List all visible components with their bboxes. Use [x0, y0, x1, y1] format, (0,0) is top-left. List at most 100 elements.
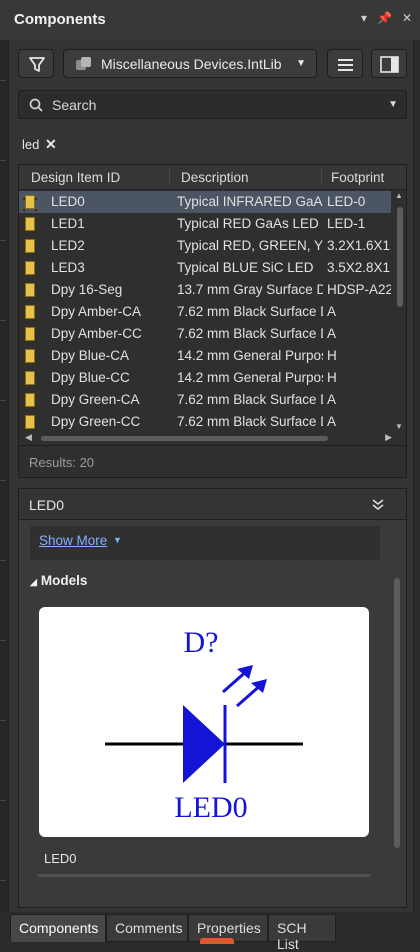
left-edge-ruler [0, 40, 8, 912]
component-icon [23, 393, 37, 409]
component-icon [23, 371, 37, 387]
cell-design-item-id: Dpy Green-CA [51, 392, 140, 407]
table-vertical-scrollbar[interactable]: ▲ ▼ [394, 191, 404, 431]
detail-scrollbar[interactable] [393, 578, 401, 878]
horizontal-scroll-thumb[interactable] [41, 436, 328, 441]
component-icon [23, 305, 37, 321]
show-more-link[interactable]: Show More [39, 533, 107, 548]
cell-description: 14.2 mm General Purpose Display [177, 370, 323, 385]
search-options-chevron-icon[interactable]: ▼ [388, 99, 398, 110]
table-row[interactable]: Dpy Green-CA 7.62 mm Black Surface Displ… [19, 389, 391, 411]
table-row[interactable]: Dpy Amber-CA 7.62 mm Black Surface Displ… [19, 301, 391, 323]
vertical-scroll-thumb[interactable] [397, 207, 403, 307]
component-icon [23, 217, 37, 233]
table-row[interactable]: LED3 Typical BLUE SiC LED 3.5X2.8X1.9 [19, 257, 391, 279]
close-icon[interactable]: ✕ [402, 11, 412, 25]
cell-footprint: 3.2X1.6X1.1 [327, 238, 391, 253]
panel-title-bar: Components ▾ 📌 ✕ [0, 0, 420, 40]
cell-description: 7.62 mm Black Surface Display [177, 414, 323, 429]
cell-design-item-id: Dpy Amber-CC [51, 326, 142, 341]
model-name: LED0 [44, 851, 77, 866]
table-row[interactable]: Dpy Blue-CC 14.2 mm General Purpose Disp… [19, 367, 391, 389]
cell-description: 13.7 mm Gray Surface Display [177, 282, 323, 297]
filter-icon [29, 57, 45, 72]
cell-description: 7.62 mm Black Surface Display [177, 392, 323, 407]
tab-sch-list[interactable]: SCH List [268, 914, 336, 952]
search-input[interactable]: Search ▼ [18, 90, 407, 119]
component-icon [23, 261, 37, 277]
scroll-right-icon[interactable]: ▶ [385, 432, 392, 443]
remove-filter-icon[interactable]: ✕ [45, 136, 57, 152]
cell-footprint: H [327, 370, 337, 385]
cell-footprint: HDSP-A22C [327, 282, 391, 297]
scroll-up-icon[interactable]: ▲ [395, 191, 403, 200]
model-divider [38, 874, 370, 877]
table-row[interactable]: LED1 Typical RED GaAs LED LED-1 [19, 213, 391, 235]
column-header-description[interactable]: Description [181, 170, 249, 185]
table-horizontal-scrollbar[interactable]: ◀ ▶ [19, 431, 406, 445]
table-row[interactable]: LED2 Typical RED, GREEN, YELLOW, AMBER G… [19, 235, 391, 257]
panel-tabs: Components Comments Properties SCH List [0, 912, 420, 952]
table-row[interactable]: Dpy Amber-CC 7.62 mm Black Surface Displ… [19, 323, 391, 345]
cell-footprint: A [327, 392, 337, 407]
cell-footprint: A [327, 304, 337, 319]
search-icon [29, 98, 43, 112]
results-count: Results: 20 [29, 455, 95, 470]
pin-icon[interactable]: 📌 [377, 11, 392, 25]
filter-button[interactable] [18, 49, 54, 78]
cell-footprint: LED-1 [327, 216, 366, 231]
show-more-chevron-icon[interactable]: ▼ [113, 535, 122, 545]
detail-title: LED0 [29, 497, 65, 513]
cell-description: Typical RED GaAs LED [177, 216, 319, 231]
component-icon [23, 415, 37, 431]
cell-description: 7.62 mm Black Surface Display [177, 304, 323, 319]
cell-design-item-id: LED3 [51, 260, 85, 275]
cell-description: 14.2 mm General Purpose Display [177, 348, 323, 363]
table-row[interactable]: Dpy 16-Seg 13.7 mm Gray Surface Display … [19, 279, 391, 301]
models-section-header[interactable]: ◢ Models [30, 573, 87, 588]
cell-description: Typical BLUE SiC LED [177, 260, 314, 275]
scroll-down-icon[interactable]: ▼ [395, 422, 403, 431]
cell-design-item-id: LED1 [51, 216, 85, 231]
results-bar: Results: 20 [18, 446, 407, 478]
cell-design-item-id: Dpy Green-CC [51, 414, 141, 429]
detail-header[interactable]: LED0 [18, 488, 407, 520]
search-placeholder: Search [52, 97, 97, 113]
detail-scroll-thumb[interactable] [394, 578, 400, 848]
model-preview: D? LED0 [39, 607, 369, 837]
comment-label: LED0 [174, 791, 247, 824]
component-icon [23, 349, 37, 365]
hamburger-icon [338, 59, 353, 71]
collapse-chevrons-icon[interactable] [370, 497, 386, 513]
led-schematic-symbol: D? LED0 [105, 626, 303, 824]
tab-components[interactable]: Components [10, 914, 106, 942]
section-expanded-icon: ◢ [30, 577, 37, 587]
cell-footprint: A [327, 326, 337, 341]
panel-menu-icon[interactable]: ▾ [361, 11, 367, 25]
cell-description: Typical INFRARED GaAs LED [177, 194, 323, 209]
component-icon [23, 283, 37, 299]
panel-title: Components [14, 11, 106, 28]
cell-design-item-id: Dpy Amber-CA [51, 304, 142, 319]
library-select[interactable]: Miscellaneous Devices.IntLib ▼ [63, 49, 317, 78]
cell-footprint: A [327, 414, 337, 429]
column-header-design-item-id[interactable]: Design Item ID [31, 170, 120, 185]
cell-design-item-id: Dpy 16-Seg [51, 282, 123, 297]
table-row[interactable]: LED0 Typical INFRARED GaAs LED LED-0 [19, 191, 391, 213]
cell-design-item-id: Dpy Blue-CC [51, 370, 130, 385]
table-row[interactable]: Dpy Green-CC 7.62 mm Black Surface Displ… [19, 411, 391, 431]
library-icon [76, 56, 91, 70]
table-row[interactable]: Dpy Blue-CA 14.2 mm General Purpose Disp… [19, 345, 391, 367]
scroll-left-icon[interactable]: ◀ [25, 432, 32, 443]
column-header-footprint[interactable]: Footprint [331, 170, 384, 185]
tab-comments[interactable]: Comments [106, 914, 188, 942]
component-icon [23, 327, 37, 343]
component-icon [23, 239, 37, 255]
layout-toggle-button[interactable] [371, 49, 407, 78]
filter-tag-label: led [22, 137, 40, 152]
library-name: Miscellaneous Devices.IntLib [101, 55, 282, 72]
cell-footprint: H [327, 348, 337, 363]
cell-footprint: 3.5X2.8X1.9 [327, 260, 391, 275]
menu-button[interactable] [327, 49, 363, 78]
filter-tag: led ✕ [22, 136, 57, 153]
